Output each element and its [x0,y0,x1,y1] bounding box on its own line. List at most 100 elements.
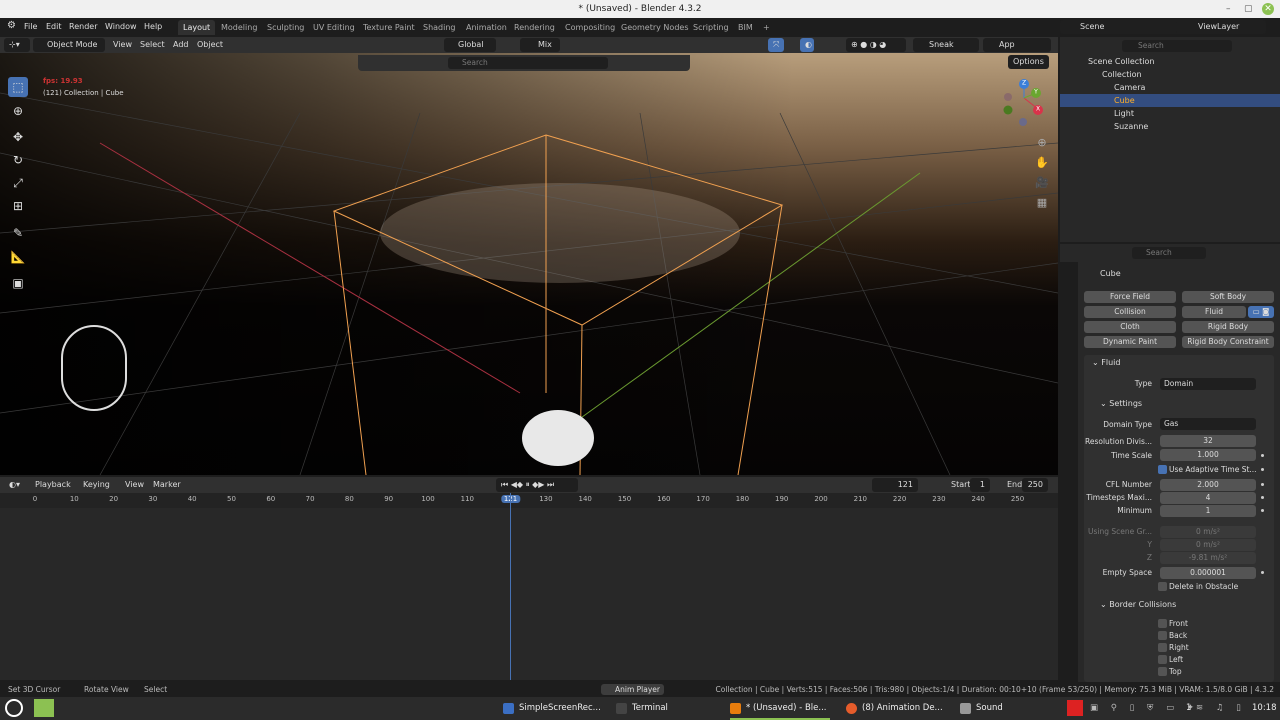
border-collisions-header[interactable]: ⌄ Border Collisions [1100,600,1176,609]
minimize-button[interactable]: – [1226,0,1231,18]
cfl-field[interactable]: 2.000 [1160,479,1256,491]
gizmo-z-label[interactable]: Z [1022,80,1026,87]
outliner-item-light[interactable]: Light [1060,107,1280,120]
playback-controls[interactable]: ⏮ ◀◆ ⏸ ◆▶ ⏭ [496,478,578,492]
menu-add[interactable]: Add [168,38,194,52]
fluid-visibility-toggles[interactable]: ▭ ◙ [1248,306,1274,318]
timeline-editor-type[interactable]: ◐▾ [4,478,25,492]
properties-search-input[interactable]: Search [1132,247,1206,259]
shading-modes[interactable]: ⊕ ● ◑ ◕ [846,38,906,52]
menu-edit[interactable]: Edit [46,22,62,31]
outliner-search-input[interactable]: Search [1122,40,1232,52]
taskbar-app-browser[interactable]: (8) Animation De... [846,697,943,720]
tab-geometry-nodes[interactable]: Geometry Nodes [616,20,693,35]
tab-modeling[interactable]: Modeling [216,20,262,35]
outliner-item-camera[interactable]: Camera [1060,81,1280,94]
empty-space-field[interactable]: 0.000001 [1160,567,1256,579]
app-manager-button[interactable]: App Manager [983,38,1051,63]
collection-row[interactable]: Collection [1060,68,1280,81]
menu-view[interactable]: View [108,38,137,52]
border-top-checkbox[interactable] [1158,667,1167,676]
scene-selector[interactable]: Scene [1060,20,1184,34]
gizmo-x-label[interactable]: X [1036,106,1040,113]
tab-shading[interactable]: Shading [418,20,461,35]
taskbar-app-terminal[interactable]: Terminal [616,697,668,720]
3d-viewport[interactable]: Z X Y Search Options fps: 19.93 (121) Co… [0,53,1058,475]
settings-subpanel-header[interactable]: ⌄ Settings [1100,399,1142,408]
border-back-checkbox[interactable] [1158,631,1167,640]
delete-obstacle-checkbox[interactable] [1158,582,1167,591]
navigation-controls[interactable]: ⊕ ✋ 🎥 ▦ [1034,133,1050,209]
outliner-item-cube[interactable]: Cube [1060,94,1280,107]
clock[interactable]: 10:18 [1252,703,1277,713]
gizmo-toggle-icon[interactable]: ⤧ [768,38,784,52]
timeline-view-menu[interactable]: View [120,478,149,492]
tab-compositing[interactable]: Compositing [560,20,620,35]
properties-tabs[interactable] [1060,262,1078,682]
dynamic-paint-button[interactable]: Dynamic Paint [1084,336,1176,348]
menu-help[interactable]: Help [144,22,162,31]
select-box-tool[interactable]: ⬚ [8,77,28,97]
rotate-tool[interactable]: ↻ [8,150,28,170]
sneak-peek-button[interactable]: Sneak Peek [913,38,979,63]
minimum-field[interactable]: 1 [1160,505,1256,517]
move-tool[interactable]: ✥ [8,127,28,147]
overlay-toggle-icon[interactable]: ◐ [800,38,814,52]
viewlayer-selector[interactable]: ViewLayer [1176,20,1266,34]
mint-menu-icon[interactable] [5,699,23,717]
viewport-search-input[interactable]: Search [448,57,608,69]
tray-app-icon[interactable] [1067,700,1083,716]
border-front-checkbox[interactable] [1158,619,1167,628]
collision-button[interactable]: Collision [1084,306,1176,318]
keying-menu[interactable]: Keying [78,478,115,492]
keyframe-dot[interactable] [1261,496,1264,499]
border-right-checkbox[interactable] [1158,643,1167,652]
measure-tool[interactable]: 📐 [8,247,28,267]
show-desktop-icon[interactable] [34,699,54,717]
tab-uv-editing[interactable]: UV Editing [308,20,360,35]
domain-type-dropdown[interactable]: Gas [1160,418,1256,430]
playhead-line[interactable] [510,493,511,680]
tab-texture-paint[interactable]: Texture Paint [358,20,420,35]
transform-orientation-dropdown[interactable]: Global [444,38,496,52]
keyframe-dot[interactable] [1261,571,1264,574]
current-frame-field[interactable]: 121 [872,478,918,492]
start-frame-field[interactable]: 1 [970,478,990,492]
menu-select[interactable]: Select [135,38,170,52]
keyframe-dot[interactable] [1261,454,1264,457]
timeline-body[interactable] [0,508,1058,680]
time-scale-field[interactable]: 1.000 [1160,449,1256,461]
resolution-field[interactable]: 32 [1160,435,1256,447]
add-workspace-button[interactable]: + [758,20,775,35]
options-dropdown[interactable]: Options [1008,55,1049,69]
force-field-button[interactable]: Force Field [1084,291,1176,303]
transform-tool[interactable]: ⊞ [8,196,28,216]
add-cube-tool[interactable]: ▣ [8,273,28,293]
tab-layout[interactable]: Layout [178,20,216,35]
tab-sculpting[interactable]: Sculpting [262,20,309,35]
gizmo-y-label[interactable]: Y [1034,89,1038,96]
keyframe-dot[interactable] [1261,509,1264,512]
outliner-item-suzanne[interactable]: Suzanne [1060,120,1280,133]
scene-collection-row[interactable]: Scene Collection [1060,55,1280,68]
cursor-tool[interactable]: ⊕ [8,101,28,121]
taskbar-app-sound[interactable]: Sound [960,697,1003,720]
blender-logo-icon[interactable]: ⚙ [7,20,16,31]
scale-tool[interactable]: ⤢ [8,173,28,193]
menu-window[interactable]: Window [105,22,137,31]
soft-body-button[interactable]: Soft Body [1182,291,1274,303]
anim-player-button[interactable]: Anim Player [601,684,664,695]
adaptive-time-checkbox[interactable] [1158,465,1167,474]
close-button[interactable]: ✕ [1262,3,1274,15]
end-frame-field[interactable]: 250 [1022,478,1048,492]
menu-file[interactable]: File [24,22,37,31]
menu-render[interactable]: Render [69,22,97,31]
rigid-body-button[interactable]: Rigid Body [1182,321,1274,333]
keyframe-dot[interactable] [1261,468,1264,471]
fluid-remove-button[interactable]: Fluid [1182,306,1246,318]
annotate-tool[interactable]: ✎ [8,223,28,243]
menu-object[interactable]: Object [192,38,228,52]
keyframe-dot[interactable] [1261,483,1264,486]
tab-bim[interactable]: BIM [733,20,758,35]
type-dropdown[interactable]: Domain [1160,378,1256,390]
